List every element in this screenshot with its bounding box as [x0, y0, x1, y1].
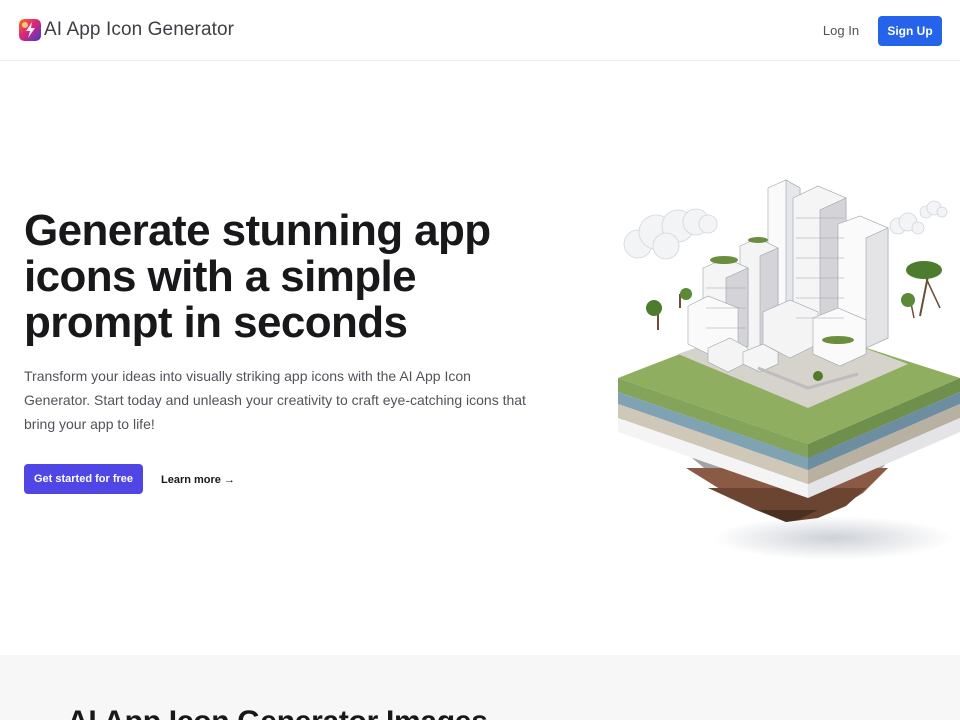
learn-more-link[interactable]: Learn more →: [161, 470, 235, 490]
get-started-button[interactable]: Get started for free: [24, 464, 143, 494]
hero-description: Transform your ideas into visually strik…: [24, 368, 526, 432]
top-navigation-bar: AI App Icon Generator Log In Sign Up: [0, 0, 960, 61]
signup-button[interactable]: Sign Up: [878, 16, 942, 46]
gallery-section: AI App Icon Generator Images: [0, 655, 960, 720]
brand-name: AI App Icon Generator: [44, 19, 235, 40]
hero-title: Generate stunning app icons with a simpl…: [24, 206, 491, 347]
gallery-section-title: AI App Icon Generator Images: [67, 705, 488, 720]
login-link[interactable]: Log In: [812, 21, 870, 41]
app-logo-icon: [19, 19, 41, 41]
floating-city-island-illustration: [618, 179, 960, 560]
brand-link[interactable]: AI App Icon Generator: [19, 18, 234, 42]
